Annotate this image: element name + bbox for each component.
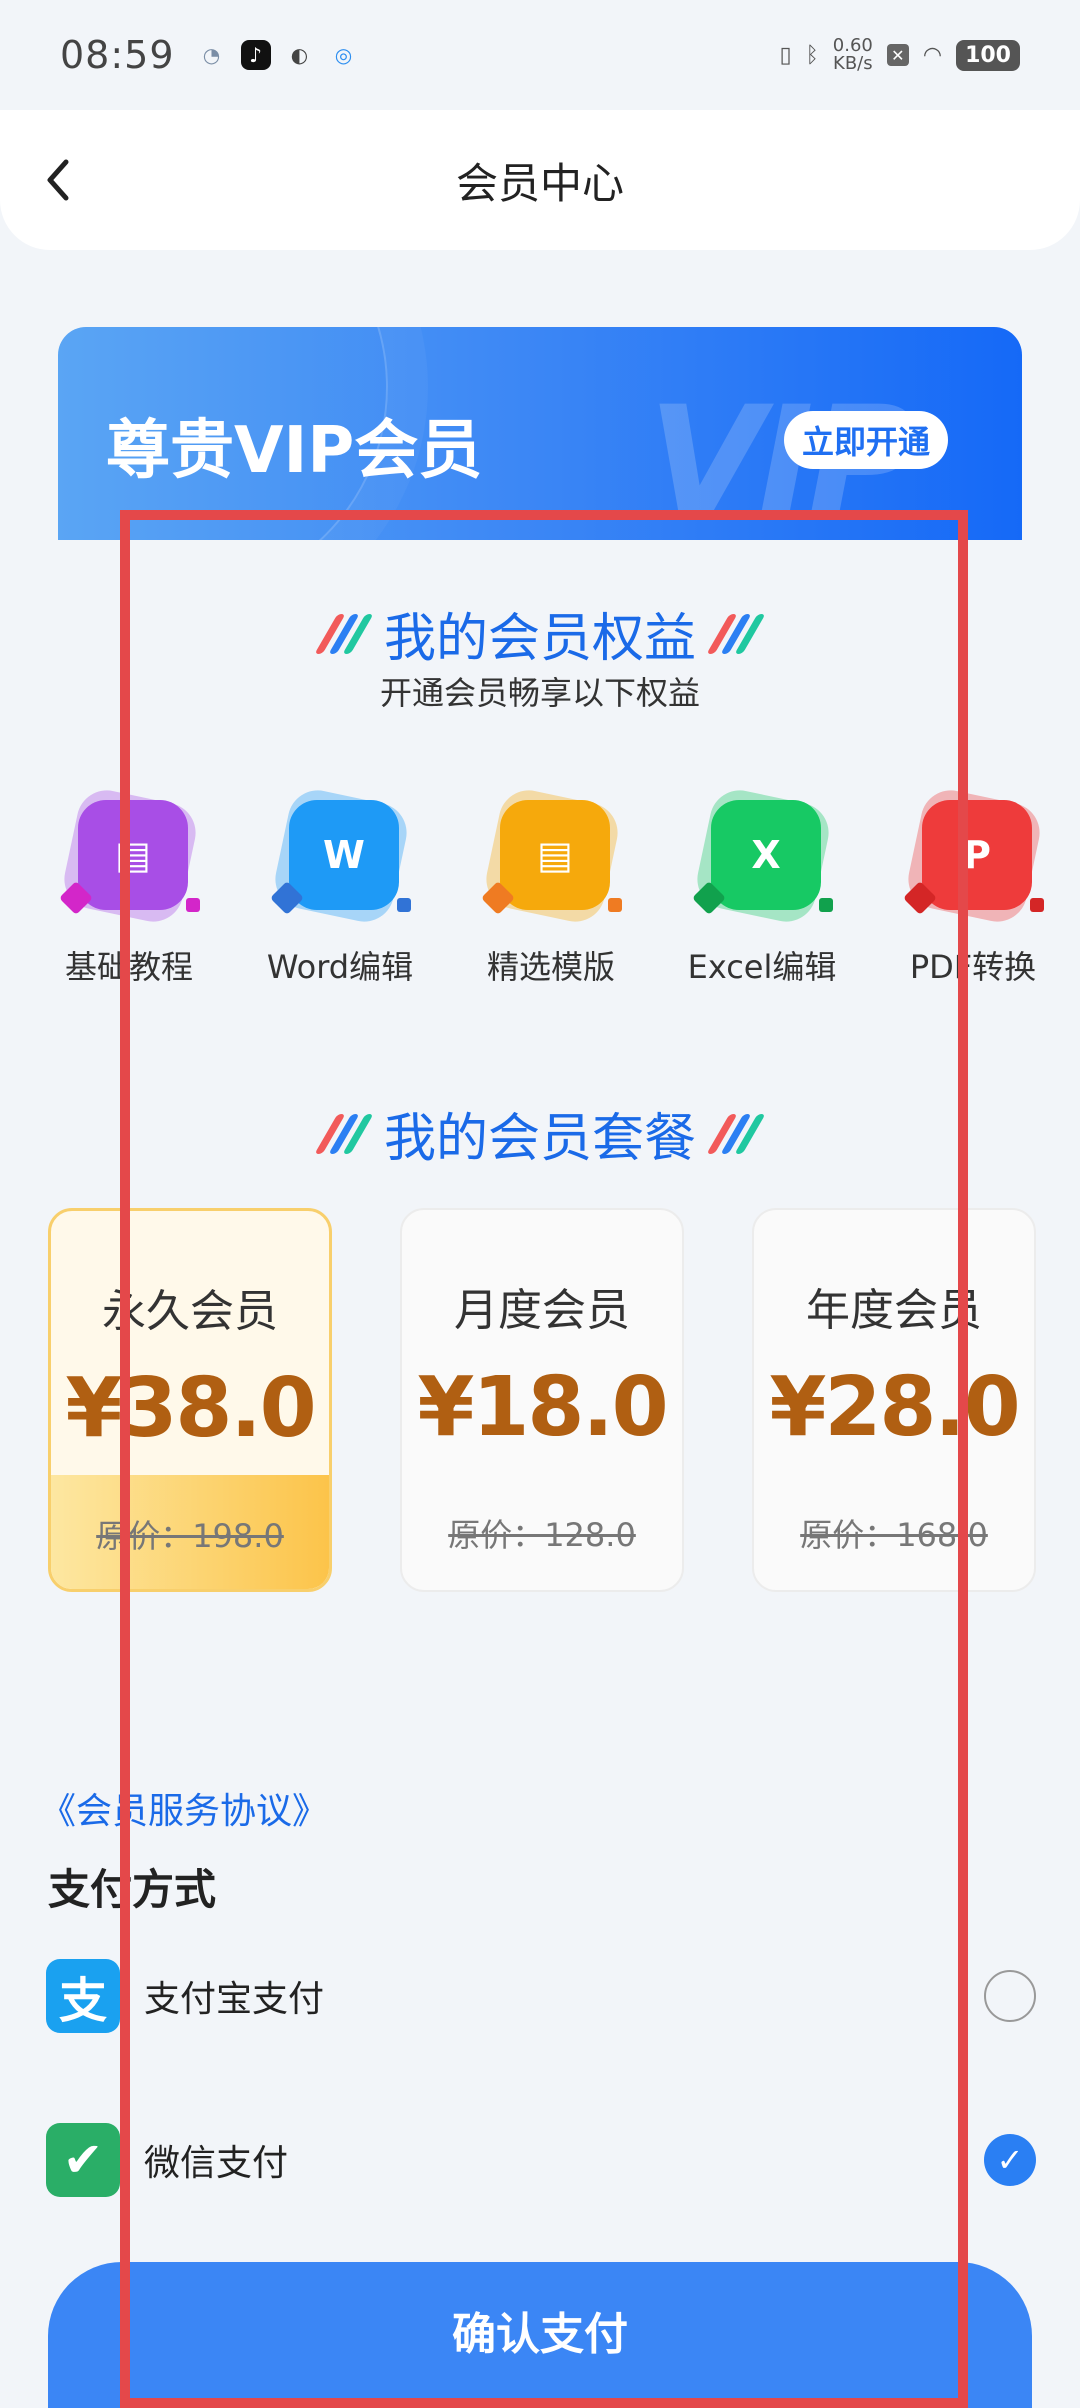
page-header: 会员中心 — [0, 110, 1080, 250]
banner-title: 尊贵VIP会员 — [106, 414, 483, 488]
vibrate-icon: ▯ — [779, 42, 792, 68]
tiktok-notification-icon: ♪ — [240, 40, 271, 70]
plans-list: 永久会员 ¥38.0 原价：198.0 月度会员 ¥18.0 原价：128.0 … — [48, 1208, 1080, 1594]
benefit-item-word[interactable]: W Word编辑 — [251, 784, 429, 1000]
network-speed: 0.60 KB/s — [833, 37, 873, 73]
benefit-item-excel[interactable]: X Excel编辑 — [673, 784, 851, 1000]
plan-price: ¥38.0 — [65, 1361, 316, 1456]
plan-price: ¥28.0 — [769, 1360, 1020, 1455]
status-bar: 08:59 ◔ ♪ ◐ ◎ ▯ ᛒ 0.60 KB/s ✕ ◠ 100 — [0, 0, 1080, 110]
plan-card-yearly[interactable]: 年度会员 ¥28.0 原价：168.0 — [752, 1208, 1036, 1592]
payment-method-title: 支付方式 — [48, 1865, 217, 1914]
network-speed-unit: KB/s — [833, 53, 873, 74]
benefit-label: 精选模版 — [486, 948, 615, 986]
plan-original-price: 原价：168.0 — [800, 1516, 988, 1554]
benefit-item-pdf[interactable]: P PDF转换 — [884, 784, 1062, 1000]
benefit-item-template[interactable]: ▤ 精选模版 — [462, 784, 640, 1000]
confirm-payment-button[interactable]: 确认支付 — [48, 2262, 1032, 2408]
plan-original-price: 原价：198.0 — [96, 1517, 284, 1555]
benefit-label: Word编辑 — [266, 948, 414, 986]
slash-decoration-icon — [314, 613, 374, 654]
benefits-subtitle: 开通会员畅享以下权益 — [379, 674, 700, 712]
open-membership-button[interactable]: 立即开通 — [784, 411, 948, 469]
plans-section-title: 我的会员套餐 — [0, 1096, 1080, 1171]
alipay-radio[interactable] — [984, 1970, 1036, 2022]
excel-icon: X — [691, 784, 835, 928]
slash-decoration-icon — [314, 1113, 374, 1154]
slash-decoration-icon — [706, 613, 766, 654]
wechat-icon: ✔ — [46, 2123, 120, 2197]
payment-option-label: 支付宝支付 — [144, 1979, 325, 2020]
back-button[interactable] — [44, 150, 84, 210]
payment-option-wechat[interactable]: ✔ 微信支付 ✓ — [46, 2122, 1036, 2198]
plan-card-monthly[interactable]: 月度会员 ¥18.0 原价：128.0 — [400, 1208, 684, 1592]
benefit-item-tutorial[interactable]: ▤ 基础教程 — [40, 784, 218, 1000]
payment-option-label: 微信支付 — [144, 2143, 289, 2184]
chevron-left-icon — [47, 159, 69, 201]
word-icon: W — [269, 784, 413, 928]
status-time: 08:59 — [60, 33, 175, 77]
system-indicators: ▯ ᛒ 0.60 KB/s ✕ ◠ 100 — [779, 37, 1020, 73]
benefits-section-title: 我的会员权益 — [0, 596, 1080, 671]
plan-name: 年度会员 — [806, 1285, 982, 1336]
benefits-title-text: 我的会员权益 — [383, 609, 696, 669]
bluetooth-icon: ᛒ — [805, 42, 819, 68]
benefits-list: ▤ 基础教程 W Word编辑 ▤ 精选模版 X Excel编辑 P PDF转换 — [40, 784, 1080, 1000]
benefit-label: Excel编辑 — [687, 948, 837, 986]
template-icon: ▤ — [480, 784, 624, 928]
vip-banner: VIP 尊贵VIP会员 立即开通 — [58, 327, 1022, 540]
plan-card-lifetime[interactable]: 永久会员 ¥38.0 原价：198.0 — [48, 1208, 332, 1592]
no-sim-icon: ✕ — [886, 44, 909, 66]
alipay-icon: 支 — [46, 1959, 120, 2033]
wechat-radio[interactable]: ✓ — [984, 2134, 1036, 2186]
plan-price: ¥18.0 — [417, 1360, 668, 1455]
notification-icons: ◔ ♪ ◐ ◎ — [197, 40, 359, 70]
pdf-icon: P — [902, 784, 1046, 928]
page-title: 会员中心 — [455, 158, 624, 208]
qq-notification-icon: ◔ — [202, 43, 221, 67]
slash-decoration-icon — [706, 1113, 766, 1154]
plan-original-price: 原价：128.0 — [448, 1516, 636, 1554]
payment-option-alipay[interactable]: 支 支付宝支付 — [46, 1958, 1036, 2034]
app-notification-icon: ◐ — [290, 43, 309, 67]
plan-name: 月度会员 — [454, 1285, 630, 1336]
benefit-label: 基础教程 — [64, 948, 193, 986]
service-agreement-link[interactable]: 《会员服务协议》 — [40, 1782, 328, 1834]
benefit-label: PDF转换 — [909, 948, 1037, 986]
battery-indicator: 100 — [956, 39, 1020, 71]
check-icon: ✓ — [996, 2141, 1024, 2179]
browser-notification-icon: ◎ — [334, 43, 353, 67]
tutorial-icon: ▤ — [58, 784, 202, 928]
wifi-icon: ◠ — [922, 42, 943, 68]
plan-name: 永久会员 — [102, 1286, 278, 1337]
plans-title-text: 我的会员套餐 — [383, 1109, 696, 1169]
